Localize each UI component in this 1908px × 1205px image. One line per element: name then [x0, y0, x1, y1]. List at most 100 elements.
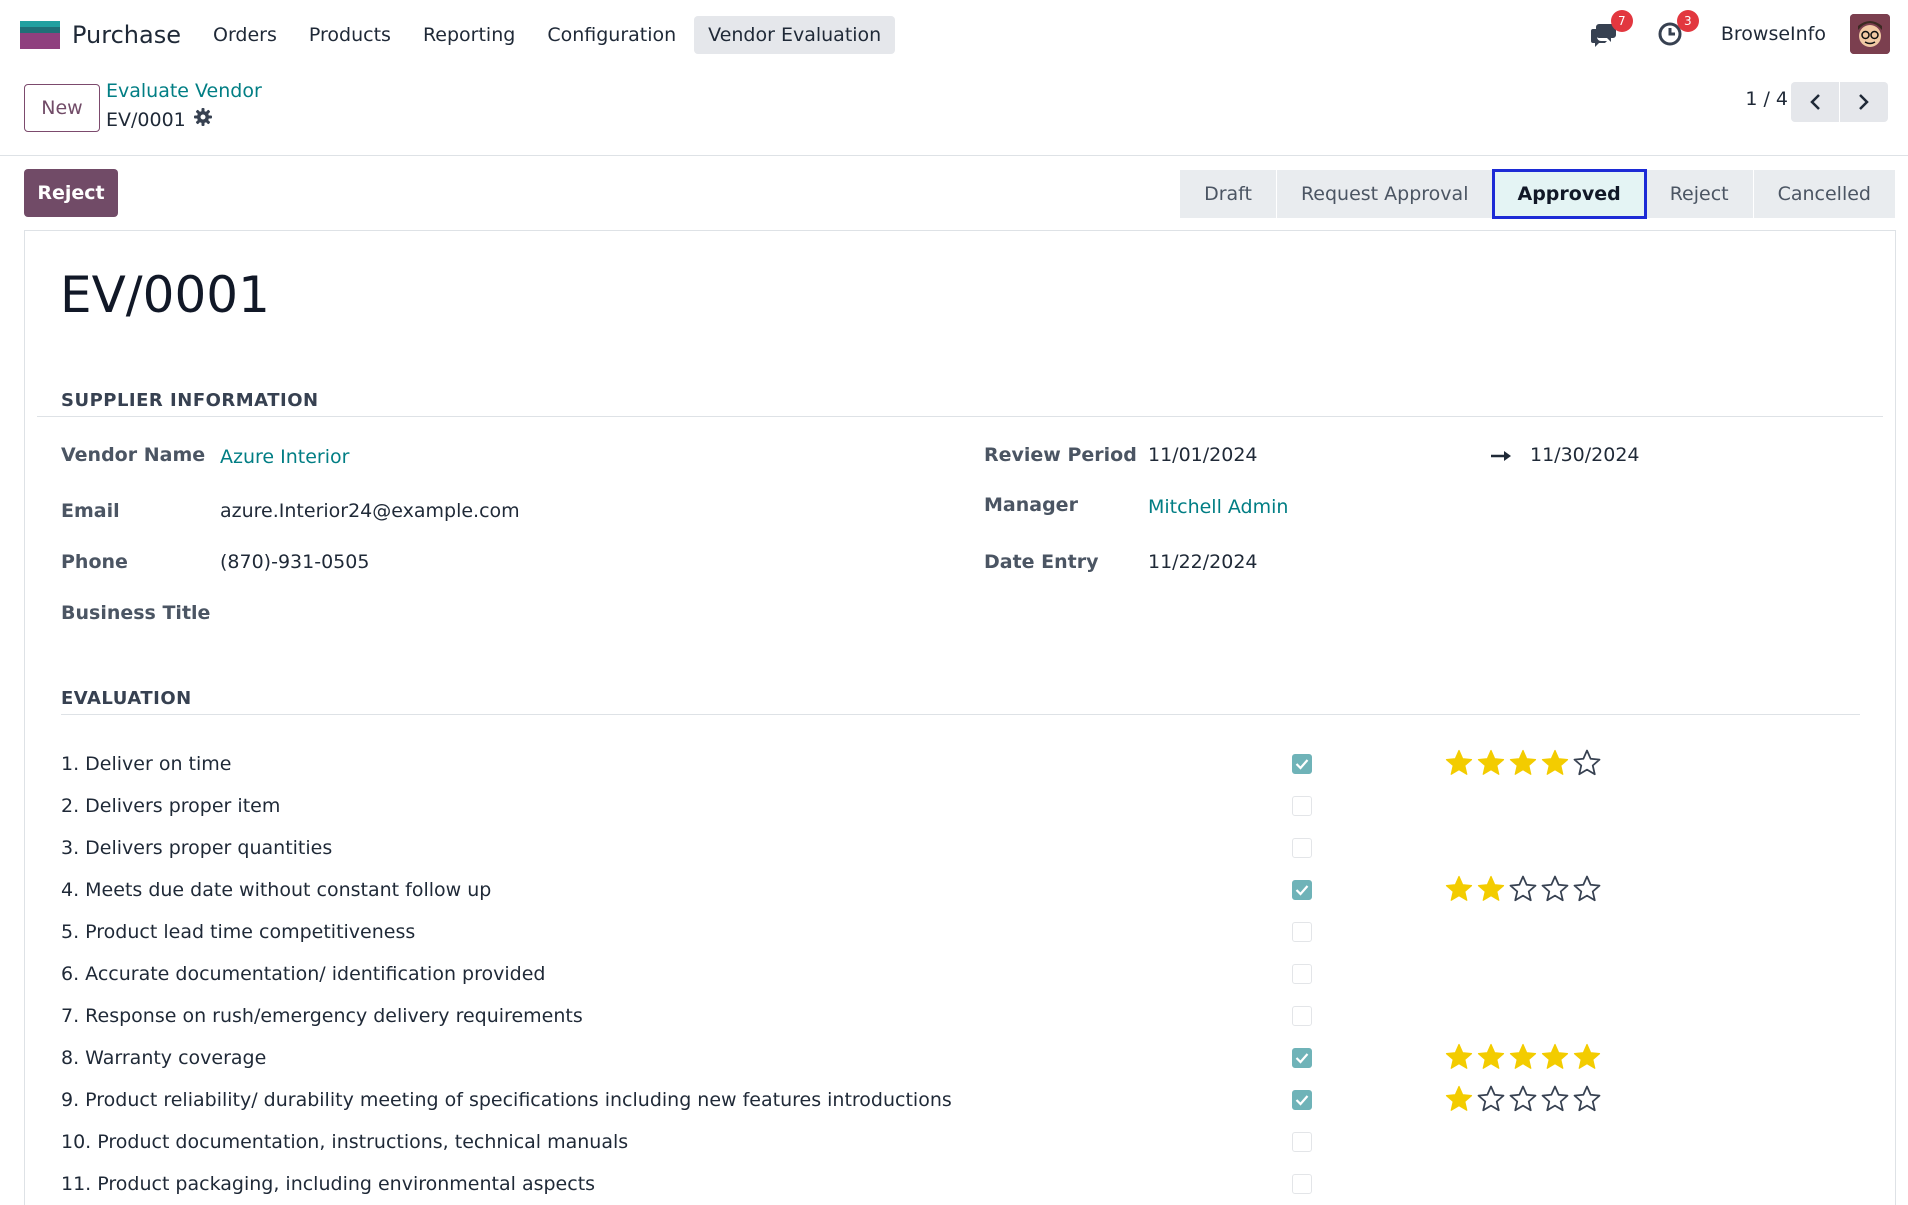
star-empty-icon[interactable] — [1572, 874, 1604, 906]
breadcrumb-current: EV/0001 — [106, 108, 212, 131]
star-filled-icon[interactable] — [1444, 748, 1476, 780]
evaluation-row: 10. Product documentation, instructions,… — [61, 1123, 1621, 1165]
menu-reporting[interactable]: Reporting — [409, 16, 529, 54]
evaluation-criterion-label: 5. Product lead time competitiveness — [61, 921, 416, 943]
activities-button[interactable]: 3 — [1655, 10, 1699, 49]
manager-field[interactable]: Mitchell Admin — [1148, 496, 1288, 518]
email-field[interactable]: azure.Interior24@example.com — [220, 500, 520, 522]
manager-label: Manager — [984, 494, 1078, 516]
star-rating[interactable] — [1444, 874, 1604, 906]
status-stages: Draft Request Approval Approved Reject C… — [1180, 169, 1896, 219]
supplier-section-divider — [37, 416, 1883, 417]
pager-value[interactable]: 1 / 4 — [1745, 88, 1788, 110]
pager-next-button[interactable] — [1840, 82, 1888, 122]
stage-reject[interactable]: Reject — [1646, 170, 1754, 218]
star-empty-icon[interactable] — [1572, 748, 1604, 780]
evaluation-section-title: EVALUATION — [61, 688, 192, 709]
evaluation-criterion-label: 11. Product packaging, including environ… — [61, 1173, 596, 1195]
review-end-field[interactable]: 11/30/2024 — [1530, 444, 1640, 466]
evaluation-row: 6. Accurate documentation/ identificatio… — [61, 955, 1621, 997]
evaluation-checkbox[interactable] — [1292, 880, 1312, 900]
checkmark-icon — [1295, 885, 1309, 896]
evaluation-row: 7. Response on rush/emergency delivery r… — [61, 997, 1621, 1039]
review-period-label: Review Period — [984, 444, 1137, 466]
evaluation-checkbox[interactable] — [1292, 796, 1312, 816]
phone-field[interactable]: (870)-931-0505 — [220, 551, 369, 573]
email-label: Email — [61, 500, 120, 522]
evaluation-checkbox[interactable] — [1292, 1048, 1312, 1068]
user-avatar[interactable] — [1850, 14, 1890, 54]
arrow-right-icon — [1490, 448, 1514, 468]
stage-cancelled[interactable]: Cancelled — [1754, 170, 1896, 218]
messages-badge: 7 — [1610, 10, 1633, 32]
evaluation-checkbox[interactable] — [1292, 1132, 1312, 1152]
evaluation-row: 9. Product reliability/ durability meeti… — [61, 1081, 1621, 1123]
vendor-name-field[interactable]: Azure Interior — [220, 446, 349, 468]
pager-previous-button[interactable] — [1791, 82, 1839, 122]
evaluation-row: 1. Deliver on time — [61, 745, 1621, 787]
evaluation-row: 5. Product lead time competitiveness — [61, 913, 1621, 955]
star-filled-icon[interactable] — [1444, 874, 1476, 906]
star-filled-icon[interactable] — [1508, 748, 1540, 780]
date-entry-field[interactable]: 11/22/2024 — [1148, 551, 1258, 573]
stage-request-approval[interactable]: Request Approval — [1277, 170, 1494, 218]
evaluation-checkbox[interactable] — [1292, 1006, 1312, 1026]
gear-icon[interactable] — [193, 108, 212, 131]
app-name[interactable]: Purchase — [72, 21, 181, 49]
date-entry-label: Date Entry — [984, 551, 1099, 573]
evaluation-checkbox[interactable] — [1292, 1090, 1312, 1110]
evaluation-checkbox[interactable] — [1292, 922, 1312, 942]
menu-orders[interactable]: Orders — [199, 16, 291, 54]
star-filled-icon[interactable] — [1444, 1042, 1476, 1074]
company-switcher[interactable]: BrowseInfo — [1721, 23, 1826, 45]
menu-products[interactable]: Products — [295, 16, 405, 54]
messages-button[interactable]: 7 — [1589, 10, 1633, 49]
menu-configuration[interactable]: Configuration — [533, 16, 690, 54]
evaluation-row: 4. Meets due date without constant follo… — [61, 871, 1621, 913]
chevron-right-icon — [1859, 94, 1869, 110]
star-filled-icon[interactable] — [1444, 1084, 1476, 1116]
star-filled-icon[interactable] — [1540, 1042, 1572, 1074]
breadcrumb-evaluate-vendor[interactable]: Evaluate Vendor — [106, 80, 262, 102]
evaluation-criterion-label: 1. Deliver on time — [61, 753, 232, 775]
evaluation-criterion-label: 9. Product reliability/ durability meeti… — [61, 1089, 952, 1111]
stage-approved[interactable]: Approved — [1492, 169, 1647, 219]
star-filled-icon[interactable] — [1476, 874, 1508, 906]
vendor-name-label: Vendor Name — [61, 444, 206, 466]
review-start-field[interactable]: 11/01/2024 — [1148, 444, 1258, 466]
stage-draft[interactable]: Draft — [1180, 170, 1277, 218]
star-empty-icon[interactable] — [1476, 1084, 1508, 1116]
breadcrumb-current-label: EV/0001 — [106, 108, 186, 131]
activities-badge: 3 — [1676, 10, 1699, 32]
evaluation-criterion-label: 6. Accurate documentation/ identificatio… — [61, 963, 546, 985]
evaluation-section-divider — [61, 714, 1860, 715]
star-rating[interactable] — [1444, 1084, 1604, 1116]
evaluation-checkbox[interactable] — [1292, 964, 1312, 984]
star-filled-icon[interactable] — [1476, 748, 1508, 780]
star-empty-icon[interactable] — [1540, 1084, 1572, 1116]
star-empty-icon[interactable] — [1508, 1084, 1540, 1116]
menu-vendor-evaluation[interactable]: Vendor Evaluation — [694, 16, 896, 54]
evaluation-checkbox[interactable] — [1292, 1174, 1312, 1194]
evaluation-checkbox[interactable] — [1292, 754, 1312, 774]
evaluation-row: 2. Delivers proper item — [61, 787, 1621, 829]
reject-button[interactable]: Reject — [24, 169, 118, 217]
star-empty-icon[interactable] — [1508, 874, 1540, 906]
evaluation-criterion-label: 3. Delivers proper quantities — [61, 837, 333, 859]
evaluation-row: 11. Product packaging, including environ… — [61, 1165, 1621, 1205]
star-filled-icon[interactable] — [1572, 1042, 1604, 1074]
evaluation-criterion-label: 8. Warranty coverage — [61, 1047, 267, 1069]
evaluation-checkbox[interactable] — [1292, 838, 1312, 858]
business-title-label: Business Title — [61, 602, 211, 624]
star-filled-icon[interactable] — [1476, 1042, 1508, 1074]
star-rating[interactable] — [1444, 748, 1604, 780]
new-button[interactable]: New — [24, 84, 100, 132]
star-empty-icon[interactable] — [1540, 874, 1572, 906]
star-filled-icon[interactable] — [1508, 1042, 1540, 1074]
star-rating[interactable] — [1444, 1042, 1604, 1074]
evaluation-criterion-label: 2. Delivers proper item — [61, 795, 281, 817]
purchase-app-icon[interactable] — [20, 21, 60, 49]
star-empty-icon[interactable] — [1572, 1084, 1604, 1116]
star-filled-icon[interactable] — [1540, 748, 1572, 780]
evaluation-criterion-label: 4. Meets due date without constant follo… — [61, 879, 492, 901]
